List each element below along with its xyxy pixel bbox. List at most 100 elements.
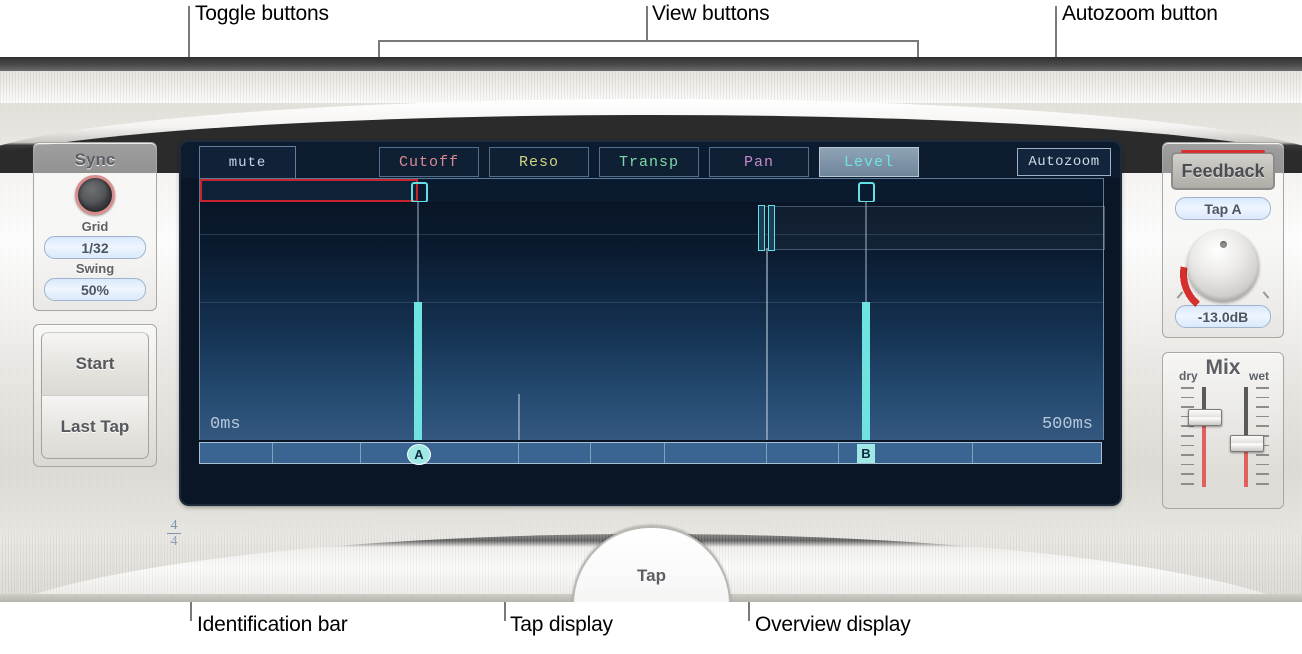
- sync-led-icon[interactable]: [75, 175, 115, 215]
- wet-slider-thumb[interactable]: [1230, 435, 1264, 452]
- tap-button-label: Tap: [637, 566, 666, 585]
- feedback-knob[interactable]: [1187, 229, 1259, 301]
- sync-led-wrap: [34, 175, 156, 215]
- view-button-pan[interactable]: Pan: [709, 147, 809, 177]
- id-divider-1: [272, 443, 273, 463]
- feedback-tap-field[interactable]: Tap A: [1175, 197, 1271, 220]
- start-button[interactable]: Start: [41, 332, 149, 395]
- tap-a-stem: [417, 202, 419, 302]
- feedback-knob-wrap: [1163, 229, 1283, 319]
- slider-tick: [1181, 473, 1194, 475]
- time-start-label: 0ms: [210, 415, 241, 434]
- slider-tick: [1256, 387, 1269, 389]
- tap-identifier-a[interactable]: A: [407, 444, 431, 465]
- plugin-top-edge: [0, 57, 1302, 71]
- toggle-marker-b[interactable]: [858, 182, 875, 203]
- slider-tick: [1256, 463, 1269, 466]
- leader-line-view-buttons: [646, 6, 648, 41]
- overview-playhead-line: [766, 248, 768, 440]
- wet-label: wet: [1248, 369, 1269, 383]
- dry-slider-ticks: [1181, 387, 1194, 487]
- slider-tick: [1181, 463, 1194, 466]
- slider-tick: [1181, 483, 1194, 485]
- id-divider-8: [972, 443, 973, 463]
- toggle-row: [199, 178, 1104, 203]
- view-button-level[interactable]: Level: [819, 147, 919, 177]
- overview-marker-1[interactable]: [758, 205, 765, 251]
- annotation-view-buttons: View buttons: [652, 2, 770, 25]
- view-button-label: Cutoff: [398, 153, 459, 171]
- wet-slider[interactable]: [1223, 387, 1269, 487]
- identification-bar[interactable]: A B: [199, 442, 1102, 465]
- knob-tick-right-icon: [1262, 291, 1270, 299]
- dry-slider[interactable]: [1181, 387, 1227, 487]
- mix-group: Mix dry wet: [1162, 352, 1284, 509]
- time-end-label: 500ms: [1041, 415, 1093, 434]
- view-button-label: Level: [843, 153, 894, 171]
- slider-tick: [1256, 396, 1269, 399]
- slider-tick: [1181, 406, 1194, 408]
- slider-tick: [1256, 473, 1269, 475]
- feedback-knob-pointer-icon: [1219, 241, 1227, 248]
- tap-identifier-b[interactable]: B: [857, 444, 875, 463]
- view-button-cutoff[interactable]: Cutoff: [379, 147, 479, 177]
- grid-line-2: [200, 302, 1103, 303]
- toggle-marker-a[interactable]: [411, 182, 428, 203]
- grid-label: Grid: [81, 219, 109, 234]
- beat-line-mid: [518, 394, 520, 440]
- toggle-tab-mute[interactable]: mute: [199, 146, 296, 178]
- swing-label: Swing: [75, 261, 115, 276]
- annotation-autozoom-button: Autozoom button: [1062, 2, 1218, 25]
- feedback-button[interactable]: Feedback: [1171, 150, 1275, 190]
- overview-display[interactable]: [760, 206, 1105, 250]
- sync-label: Sync: [74, 150, 116, 169]
- id-divider-7: [838, 443, 839, 463]
- view-button-transp[interactable]: Transp: [599, 147, 699, 177]
- right-control-column: Feedback Tap A -13.0dB Mix dry wet: [1162, 142, 1284, 509]
- slider-tick: [1181, 387, 1194, 389]
- mute-bar[interactable]: [200, 179, 418, 202]
- id-divider-5: [664, 443, 665, 463]
- tap-b-bar[interactable]: [862, 302, 870, 440]
- id-divider-2: [360, 443, 361, 463]
- delay-designer-plugin-window: Sync Grid 1/32 Swing 50% Start Last Tap …: [0, 57, 1302, 602]
- annotation-toggle-buttons: Toggle buttons: [195, 2, 329, 25]
- last-tap-button[interactable]: Last Tap: [41, 395, 149, 459]
- time-signature-numerator: 4: [170, 518, 178, 533]
- slider-tick: [1256, 415, 1269, 418]
- id-divider-6: [766, 443, 767, 463]
- view-button-reso[interactable]: Reso: [489, 147, 589, 177]
- feedback-group: Feedback Tap A -13.0dB: [1162, 142, 1284, 338]
- tap-display[interactable]: 0ms 500ms: [199, 202, 1105, 440]
- feedback-active-indicator: [1181, 150, 1265, 153]
- dry-slider-thumb[interactable]: [1188, 409, 1222, 426]
- feedback-button-label: Feedback: [1181, 160, 1265, 181]
- slider-tick: [1256, 483, 1269, 485]
- slider-tick: [1256, 454, 1269, 456]
- slider-tick: [1181, 435, 1194, 437]
- sync-group: Sync Grid 1/32 Swing 50%: [33, 142, 157, 311]
- left-control-column: Sync Grid 1/32 Swing 50% Start Last Tap: [33, 142, 157, 467]
- dry-slider-track: [1202, 387, 1206, 487]
- tap-a-bar[interactable]: [414, 302, 422, 440]
- dry-label: dry: [1179, 369, 1198, 383]
- autozoom-button[interactable]: Autozoom: [1017, 148, 1111, 176]
- tap-b-stem: [865, 202, 867, 302]
- annotation-overview-display: Overview display: [755, 613, 911, 636]
- grid-value-field[interactable]: 1/32: [44, 236, 146, 259]
- slider-tick: [1181, 444, 1194, 447]
- id-divider-4: [590, 443, 591, 463]
- annotation-tap-display: Tap display: [510, 613, 613, 636]
- slider-tick: [1256, 406, 1269, 408]
- slider-tick: [1256, 425, 1269, 427]
- leader-bracket-view-buttons: [378, 40, 918, 42]
- view-button-label: Reso: [518, 153, 559, 171]
- annotation-identification-bar: Identification bar: [197, 613, 348, 636]
- overview-marker-2[interactable]: [768, 205, 775, 251]
- swing-value-field[interactable]: 50%: [44, 278, 146, 301]
- view-button-label: Pan: [743, 153, 774, 171]
- slider-tick: [1181, 454, 1194, 456]
- delay-designer-screen: mute Cutoff Reso Transp Pan Level Autozoom 0…: [181, 142, 1120, 504]
- transport-group: Start Last Tap: [33, 324, 157, 467]
- slider-tick: [1181, 396, 1194, 399]
